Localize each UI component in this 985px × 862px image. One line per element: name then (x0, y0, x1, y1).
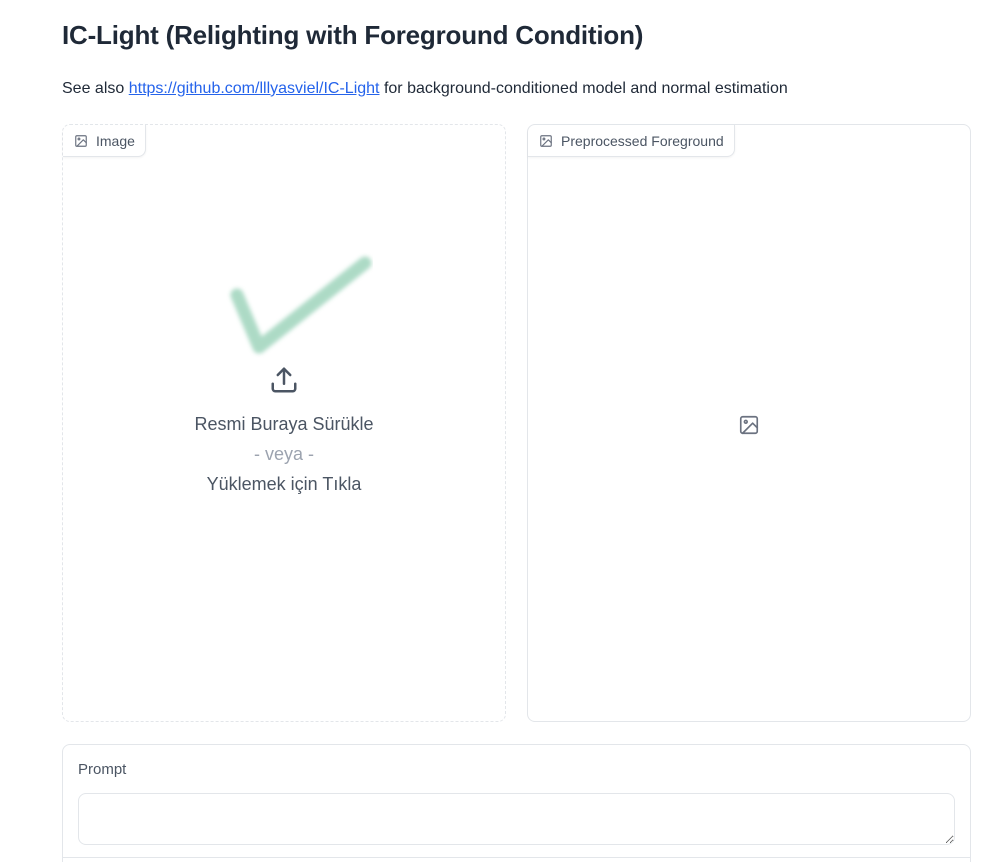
prompt-block: Prompt (62, 744, 971, 862)
click-to-upload-text[interactable]: Yüklemek için Tıkla (207, 469, 362, 499)
description-prefix: See also (62, 80, 129, 97)
github-link[interactable]: https://github.com/lllyasviel/IC-Light (129, 80, 380, 97)
drop-text: Resmi Buraya Sürükle (194, 414, 374, 434)
prompt-label: Prompt (78, 761, 127, 778)
image-icon (539, 134, 553, 148)
upload-dropzone[interactable]: Resmi Buraya Sürükle - veya - Yüklemek i… (63, 365, 505, 499)
foreground-panel-label-text: Preprocessed Foreground (561, 132, 724, 149)
page-description: See also https://github.com/lllyasviel/I… (62, 80, 788, 98)
checkmark-icon (230, 256, 372, 354)
image-icon (74, 134, 88, 148)
foreground-panel-label: Preprocessed Foreground (528, 125, 735, 157)
divider (63, 857, 970, 858)
image-panel-label-text: Image (96, 132, 135, 149)
image-upload-panel[interactable]: Image Resmi Buraya Sürükle - veya - Yükl… (62, 124, 506, 722)
prompt-input[interactable] (78, 793, 955, 845)
or-text: - veya - (253, 444, 314, 464)
image-placeholder-icon (738, 414, 760, 436)
description-suffix: for background-conditioned model and nor… (379, 80, 788, 97)
preprocessed-foreground-panel: Preprocessed Foreground (527, 124, 971, 722)
upload-icon (269, 365, 299, 395)
page-title: IC-Light (Relighting with Foreground Con… (62, 20, 644, 50)
ic-light-app: IC-Light (Relighting with Foreground Con… (0, 0, 985, 862)
image-panel-label: Image (63, 125, 146, 157)
